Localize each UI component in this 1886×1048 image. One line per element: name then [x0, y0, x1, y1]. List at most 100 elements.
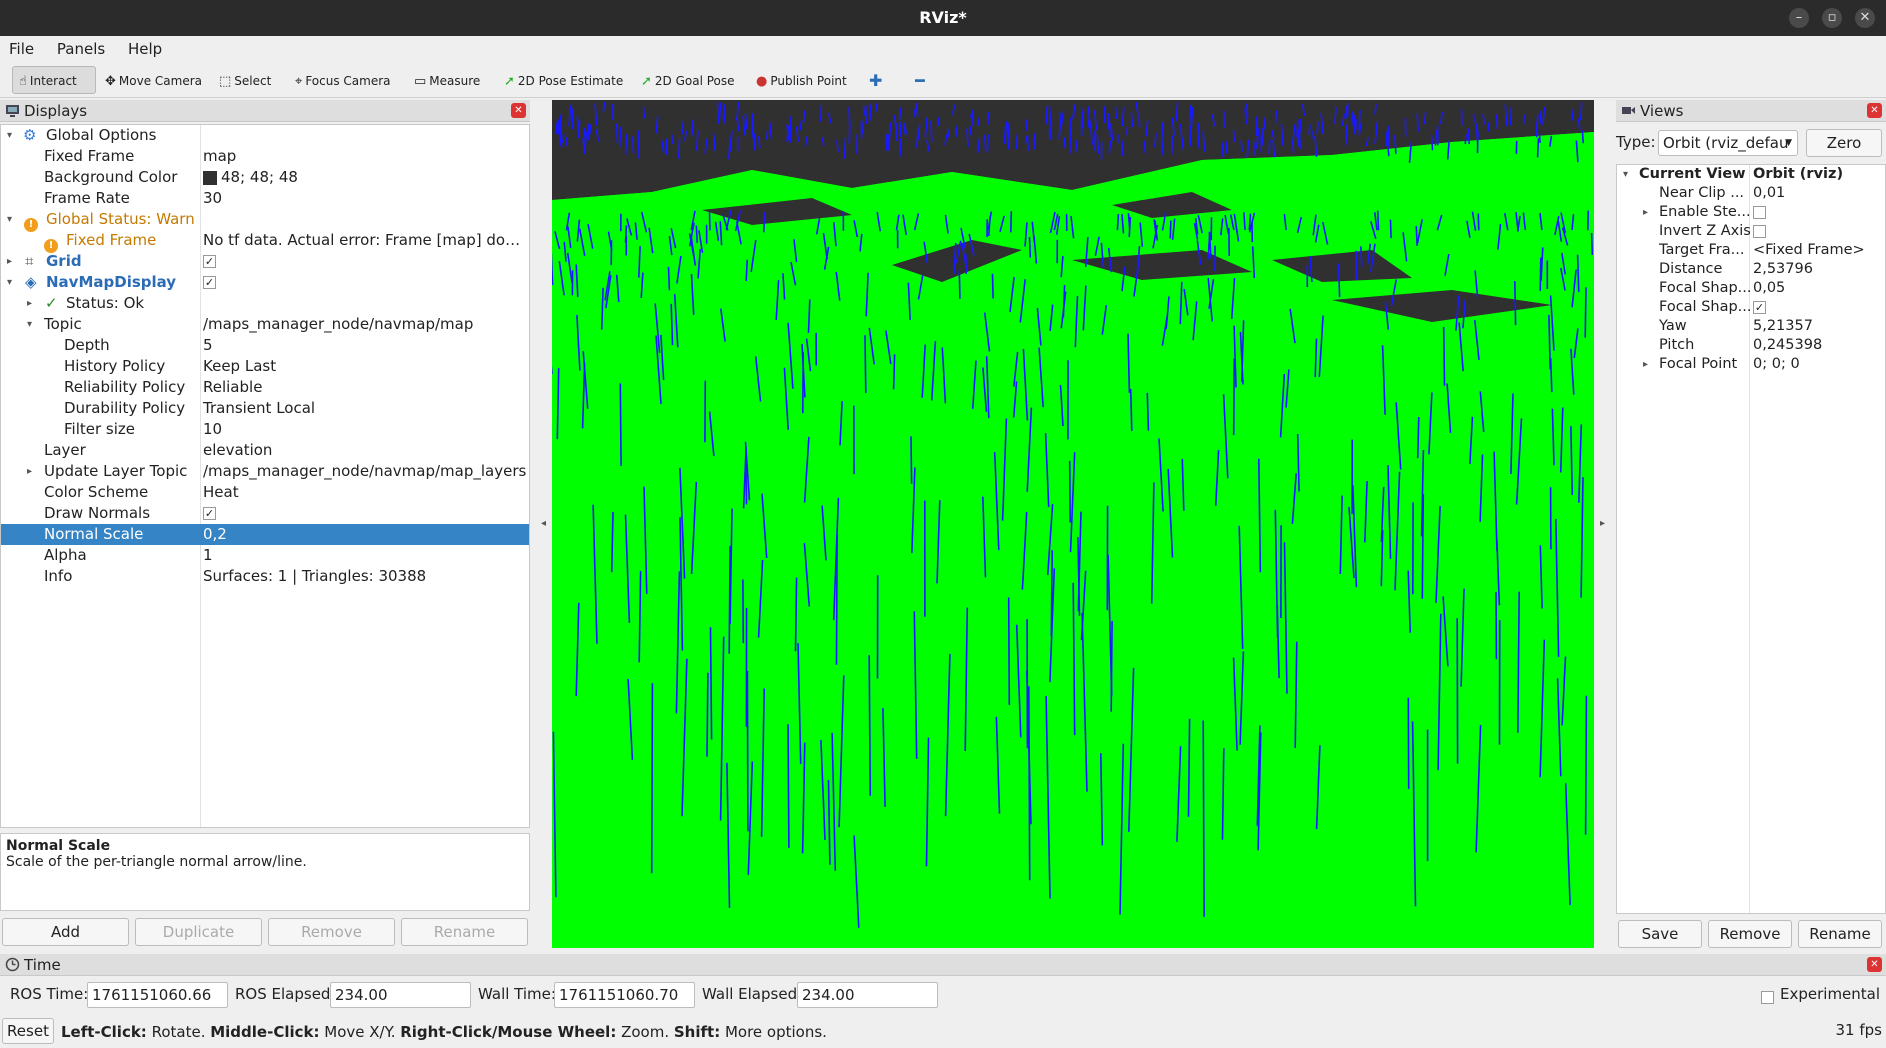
normal-line: [1436, 214, 1443, 231]
save-view-button[interactable]: Save: [1618, 920, 1702, 948]
goal-pose-tool-button[interactable]: ➚ 2D Goal Pose: [634, 66, 742, 94]
view-row-distance[interactable]: Distance 2,53796: [1617, 260, 1885, 279]
chevron-down-icon[interactable]: ▾: [7, 125, 12, 146]
minimize-button[interactable]: –: [1789, 8, 1809, 28]
close-panel-icon[interactable]: ✕: [511, 103, 526, 118]
tree-row-filter-size[interactable]: Filter size 10: [1, 419, 529, 440]
tree-row-global-status[interactable]: ▾ ! Global Status: Warn: [1, 209, 529, 232]
tree-row-layer[interactable]: Layer elevation: [1, 440, 529, 461]
normal-line: [563, 241, 567, 262]
rename-display-button[interactable]: Rename: [401, 918, 528, 946]
checkmark-icon: ✓: [45, 294, 58, 312]
tree-row-alpha[interactable]: Alpha 1: [1, 545, 529, 566]
grid-enabled-checkbox[interactable]: ✓: [203, 255, 216, 268]
tree-row-navmap-display[interactable]: ▾ ◈ NavMapDisplay ✓: [1, 272, 529, 293]
reset-button[interactable]: Reset: [2, 1018, 54, 1044]
tree-row-fixed-frame[interactable]: Fixed Frame map: [1, 146, 529, 167]
chevron-down-icon[interactable]: ▾: [27, 314, 32, 335]
collapse-right-icon[interactable]: ▸: [1600, 518, 1605, 529]
publish-point-tool-button[interactable]: ● Publish Point: [749, 66, 854, 94]
chevron-right-icon[interactable]: ▸: [1643, 203, 1648, 222]
select-tool-button[interactable]: ⬚ Select: [212, 66, 278, 94]
close-panel-icon[interactable]: ✕: [1867, 103, 1882, 118]
experimental-checkbox[interactable]: [1761, 991, 1774, 1004]
tree-row-durability-policy[interactable]: Durability Policy Transient Local: [1, 398, 529, 419]
close-window-button[interactable]: ✕: [1855, 8, 1875, 28]
normal-line: [747, 761, 754, 875]
remove-tool-button[interactable]: ━: [908, 66, 932, 94]
tree-row-reliability-policy[interactable]: Reliability Policy Reliable: [1, 377, 529, 398]
view-row-focal-point[interactable]: ▸ Focal Point 0; 0; 0: [1617, 355, 1885, 374]
zero-view-button[interactable]: Zero: [1806, 129, 1882, 157]
view-row-invert-z[interactable]: Invert Z Axis: [1617, 222, 1885, 241]
chevron-right-icon[interactable]: ▸: [7, 251, 12, 272]
tree-row-grid[interactable]: ▸ ⌗ Grid ✓: [1, 251, 529, 272]
view-row-focal-shape-fixed[interactable]: Focal Shap... ✓: [1617, 298, 1885, 317]
chevron-down-icon[interactable]: ▾: [7, 209, 12, 230]
tree-row-frame-rate[interactable]: Frame Rate 30: [1, 188, 529, 209]
enable-stereo-checkbox[interactable]: [1753, 205, 1766, 219]
draw-normals-checkbox[interactable]: ✓: [203, 507, 216, 520]
tree-row-background-color[interactable]: Background Color 48; 48; 48: [1, 167, 529, 188]
view-row-near-clip[interactable]: Near Clip ... 0,01: [1617, 184, 1885, 203]
menu-help[interactable]: Help: [119, 36, 171, 62]
duplicate-display-button[interactable]: Duplicate: [135, 918, 262, 946]
maximize-button[interactable]: ▫: [1822, 8, 1842, 28]
interact-tool-button[interactable]: ☝ Interact: [12, 66, 96, 94]
tree-row-draw-normals[interactable]: Draw Normals ✓: [1, 503, 529, 524]
add-tool-button[interactable]: ✚: [862, 66, 889, 94]
invert-z-checkbox[interactable]: [1753, 224, 1766, 238]
view-row-yaw[interactable]: Yaw 5,21357: [1617, 317, 1885, 336]
tree-row-status-ok[interactable]: ▸ ✓ Status: Ok: [1, 293, 529, 314]
tree-row-info[interactable]: Info Surfaces: 1 | Triangles: 30388: [1, 566, 529, 587]
wall-time-field[interactable]: 1761151060.70: [554, 982, 695, 1008]
chevron-right-icon[interactable]: ▸: [27, 461, 32, 482]
rename-view-button[interactable]: Rename: [1798, 920, 1882, 948]
move-camera-tool-button[interactable]: ✥ Move Camera: [98, 66, 209, 94]
ros-time-field[interactable]: 1761151060.66: [87, 982, 228, 1008]
view-row-enable-stereo[interactable]: ▸ Enable Ste...: [1617, 203, 1885, 222]
normal-line: [745, 445, 748, 505]
current-view-row[interactable]: ▾ Current View Orbit (rviz): [1617, 165, 1885, 184]
tree-row-update-layer-topic[interactable]: ▸ Update Layer Topic /maps_manager_node/…: [1, 461, 529, 482]
normal-line: [1464, 133, 1467, 144]
tree-row-normal-scale[interactable]: Normal Scale 0,2: [1, 524, 529, 545]
normal-line: [592, 504, 598, 644]
wall-elapsed-field[interactable]: 234.00: [797, 982, 938, 1008]
focus-camera-tool-button[interactable]: ⌖ Focus Camera: [288, 66, 398, 94]
chevron-down-icon[interactable]: ▾: [1623, 165, 1628, 184]
remove-display-button[interactable]: Remove: [268, 918, 395, 946]
tree-row-depth[interactable]: Depth 5: [1, 335, 529, 356]
tree-row-fixed-frame-status[interactable]: ! Fixed Frame No tf data. Actual error: …: [1, 230, 529, 253]
navmap-enabled-checkbox[interactable]: ✓: [203, 276, 216, 289]
views-panel-header: Views ✕: [1616, 100, 1886, 122]
menu-file[interactable]: File: [0, 36, 43, 62]
normal-line: [1045, 105, 1048, 124]
view-row-target-frame[interactable]: Target Fra... <Fixed Frame>: [1617, 241, 1885, 260]
render-viewport[interactable]: [552, 100, 1594, 948]
normal-line: [787, 724, 790, 848]
chevron-right-icon[interactable]: ▸: [1643, 355, 1648, 374]
collapse-left-icon[interactable]: ◂: [541, 518, 546, 529]
chevron-down-icon[interactable]: ▾: [7, 272, 12, 293]
measure-tool-button[interactable]: ▭ Measure: [407, 66, 487, 94]
pose-estimate-tool-button[interactable]: ➚ 2D Pose Estimate: [497, 66, 630, 94]
ros-elapsed-field[interactable]: 234.00: [330, 982, 471, 1008]
normal-line: [1559, 407, 1564, 473]
tree-row-history-policy[interactable]: History Policy Keep Last: [1, 356, 529, 377]
normal-line: [650, 683, 654, 874]
view-row-pitch[interactable]: Pitch 0,245398: [1617, 336, 1885, 355]
normal-line: [1416, 416, 1420, 459]
focal-shape-checkbox[interactable]: ✓: [1753, 300, 1766, 314]
view-row-focal-shape-size[interactable]: Focal Shap... 0,05: [1617, 279, 1885, 298]
view-type-select[interactable]: Orbit (rviz_defau ▼: [1658, 130, 1798, 156]
tree-row-global-options[interactable]: ▾ ⚙ Global Options: [1, 125, 529, 146]
remove-view-button[interactable]: Remove: [1708, 920, 1792, 948]
tree-row-color-scheme[interactable]: Color Scheme Heat: [1, 482, 529, 503]
chevron-right-icon[interactable]: ▸: [27, 293, 32, 314]
add-display-button[interactable]: Add: [2, 918, 129, 946]
menu-panels[interactable]: Panels: [48, 36, 114, 62]
tree-row-topic[interactable]: ▾ Topic /maps_manager_node/navmap/map: [1, 314, 529, 335]
close-panel-icon[interactable]: ✕: [1867, 957, 1882, 972]
normal-line: [1549, 295, 1555, 351]
